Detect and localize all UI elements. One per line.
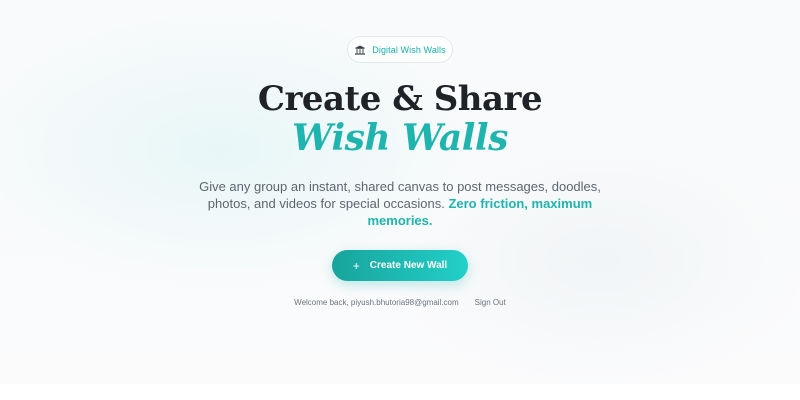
hero-section: Digital Wish Walls Create & Share Wish W…: [0, 0, 800, 384]
badge-label: Digital Wish Walls: [372, 44, 446, 55]
user-bar: Welcome back, piyush.bhutoria98@gmail.co…: [0, 298, 800, 307]
plus-icon: +: [352, 258, 360, 273]
create-new-wall-button[interactable]: + Create New Wall: [332, 250, 468, 281]
welcome-text: Welcome back, piyush.bhutoria98@gmail.co…: [294, 298, 459, 307]
category-badge: Digital Wish Walls: [347, 36, 453, 63]
temple-building-icon: [355, 45, 366, 55]
hero-subtitle: Give any group an instant, shared canvas…: [192, 178, 608, 229]
hero-title-highlight: Wish Walls: [292, 117, 508, 159]
hero-title: Create & Share: [257, 79, 543, 119]
create-new-wall-label: Create New Wall: [369, 260, 448, 271]
sign-out-link[interactable]: Sign Out: [475, 298, 506, 307]
footer-band: [0, 384, 800, 400]
